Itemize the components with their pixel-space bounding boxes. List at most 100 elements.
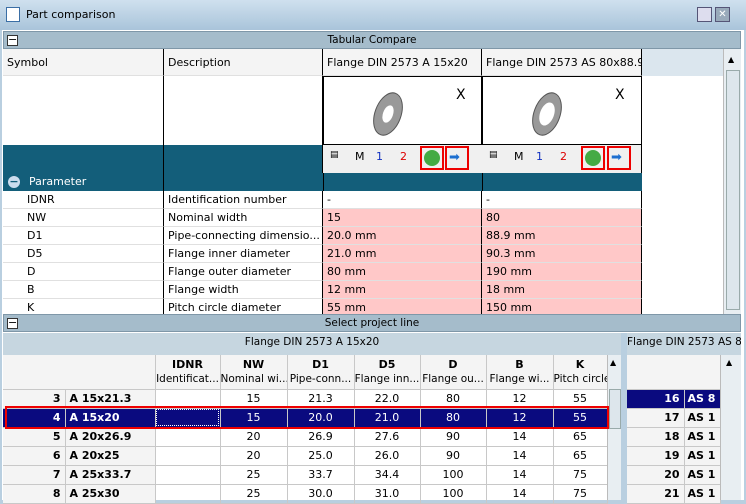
value-cell[interactable]: 25 xyxy=(220,484,288,504)
select-part-icon[interactable] xyxy=(585,150,601,166)
table-icon[interactable]: ▤ xyxy=(330,150,339,160)
row-number: 7 xyxy=(3,465,66,485)
column-header[interactable]: K Pitch circle xyxy=(553,355,608,390)
row-number: 19 xyxy=(627,446,685,466)
toolbar-m[interactable]: M xyxy=(355,150,365,163)
table-row[interactable]: 18 AS 1 xyxy=(627,427,721,447)
value-cell[interactable]: 34.4 xyxy=(354,465,421,485)
scroll-up-icon[interactable]: ▲ xyxy=(610,358,616,367)
vertical-scrollbar[interactable]: ▲ xyxy=(607,355,621,500)
column-symbol: D xyxy=(448,357,458,371)
value-cell[interactable]: 30.0 xyxy=(287,484,355,504)
value-cell[interactable]: 14 xyxy=(486,427,554,447)
column-header[interactable]: D5 Flange inn... xyxy=(354,355,421,390)
value-cell[interactable] xyxy=(155,427,221,447)
value-cell[interactable]: 31.0 xyxy=(354,484,421,504)
row-name: A 20x26.9 xyxy=(65,427,156,447)
value-cell[interactable]: 20 xyxy=(220,427,288,447)
collapse-group-icon[interactable]: − xyxy=(8,176,20,188)
restore-button[interactable] xyxy=(697,7,712,22)
export-arrow-icon[interactable]: ➡ xyxy=(449,150,460,165)
toolbar-2[interactable]: 2 xyxy=(560,150,567,163)
toolbar-1[interactable]: 1 xyxy=(376,150,383,163)
collapse-icon[interactable]: − xyxy=(7,34,18,46)
row-number: 5 xyxy=(3,427,66,447)
col-symbol[interactable]: Symbol xyxy=(3,49,164,76)
table-row[interactable]: 8A 25x30 25 30.0 31.0 100 14 75 xyxy=(3,484,608,504)
value-cell[interactable]: 14 xyxy=(486,465,554,485)
value-cell[interactable]: 90 xyxy=(420,446,487,466)
value-cell[interactable]: 90 xyxy=(420,427,487,447)
remove-part-button[interactable]: X xyxy=(456,87,466,103)
table-row[interactable]: 19 AS 1 xyxy=(627,446,721,466)
row-number: 17 xyxy=(627,408,685,428)
table-row[interactable]: 6A 20x25 20 25.0 26.0 90 14 65 xyxy=(3,446,608,466)
collapse-icon[interactable]: − xyxy=(7,317,18,329)
param-desc-cell: Nominal width xyxy=(164,209,323,227)
table-row[interactable]: 7A 25x33.7 25 33.7 34.4 100 14 75 xyxy=(3,465,608,485)
header-filler xyxy=(642,49,723,76)
table-row[interactable]: 16 AS 8 xyxy=(627,389,721,409)
table-icon[interactable]: ▤ xyxy=(489,150,498,160)
col-description[interactable]: Description xyxy=(164,49,323,76)
image-cell xyxy=(164,76,323,145)
scroll-thumb[interactable] xyxy=(726,70,740,310)
value-cell[interactable]: 14 xyxy=(486,446,554,466)
row-name: AS 1 xyxy=(684,408,721,428)
row-number: 21 xyxy=(627,484,685,504)
flange-image xyxy=(532,92,562,136)
table-row[interactable]: 5A 20x26.9 20 26.9 27.6 90 14 65 xyxy=(3,427,608,447)
table-row[interactable]: 17 AS 1 xyxy=(627,408,721,428)
value-cell[interactable] xyxy=(155,465,221,485)
select-part-icon[interactable] xyxy=(424,150,440,166)
scroll-thumb[interactable] xyxy=(609,389,621,429)
row-number: 20 xyxy=(627,465,685,485)
row-number: 6 xyxy=(3,446,66,466)
column-header[interactable]: IDNR Identificat... xyxy=(155,355,221,390)
col-part-a[interactable]: Flange DIN 2573 A 15x20 xyxy=(323,49,482,76)
close-button[interactable]: ✕ xyxy=(715,7,730,22)
toolbar-1[interactable]: 1 xyxy=(536,150,543,163)
param-b-cell: 190 mm xyxy=(482,263,642,281)
header-blank xyxy=(3,355,156,390)
vertical-scrollbar[interactable]: ▲ xyxy=(723,49,741,314)
scroll-up-icon[interactable]: ▲ xyxy=(728,55,734,64)
col-part-b[interactable]: Flange DIN 2573 AS 80x88.9 xyxy=(482,49,642,76)
export-arrow-icon[interactable]: ➡ xyxy=(611,150,622,165)
window-title: Part comparison xyxy=(26,8,116,21)
column-header[interactable]: D1 Pipe-conn... xyxy=(287,355,355,390)
table-row[interactable]: 21 AS 1 xyxy=(627,484,721,504)
column-header[interactable]: D Flange ou... xyxy=(420,355,487,390)
column-header[interactable]: B Flange wi... xyxy=(486,355,554,390)
table-row[interactable]: 20 AS 1 xyxy=(627,465,721,485)
value-cell[interactable]: 75 xyxy=(553,484,608,504)
value-cell[interactable]: 25 xyxy=(220,465,288,485)
value-cell[interactable]: 75 xyxy=(553,465,608,485)
toolbar-m[interactable]: M xyxy=(514,150,524,163)
value-cell[interactable] xyxy=(155,484,221,504)
value-cell[interactable]: 27.6 xyxy=(354,427,421,447)
row-name: A 25x30 xyxy=(65,484,156,504)
toolbar-2[interactable]: 2 xyxy=(400,150,407,163)
value-cell[interactable]: 26.9 xyxy=(287,427,355,447)
value-cell[interactable] xyxy=(155,446,221,466)
scroll-up-icon[interactable]: ▲ xyxy=(726,358,732,367)
value-cell[interactable]: 100 xyxy=(420,484,487,504)
parameter-group-row[interactable]: − Parameter xyxy=(3,173,642,191)
value-cell[interactable]: 20 xyxy=(220,446,288,466)
row-name: AS 1 xyxy=(684,465,721,485)
column-description: Flange ou... xyxy=(422,372,484,385)
value-cell[interactable]: 65 xyxy=(553,427,608,447)
param-a-cell: 21.0 mm xyxy=(323,245,482,263)
value-cell[interactable]: 100 xyxy=(420,465,487,485)
value-cell[interactable]: 14 xyxy=(486,484,554,504)
vertical-scrollbar[interactable]: ▲ xyxy=(720,355,741,500)
column-header[interactable]: NW Nominal wi... xyxy=(220,355,288,390)
column-description: Flange wi... xyxy=(489,372,550,385)
value-cell[interactable]: 65 xyxy=(553,446,608,466)
value-cell[interactable]: 33.7 xyxy=(287,465,355,485)
param-desc-cell: Flange inner diameter xyxy=(164,245,323,263)
remove-part-button[interactable]: X xyxy=(615,87,625,103)
value-cell[interactable]: 26.0 xyxy=(354,446,421,466)
value-cell[interactable]: 25.0 xyxy=(287,446,355,466)
